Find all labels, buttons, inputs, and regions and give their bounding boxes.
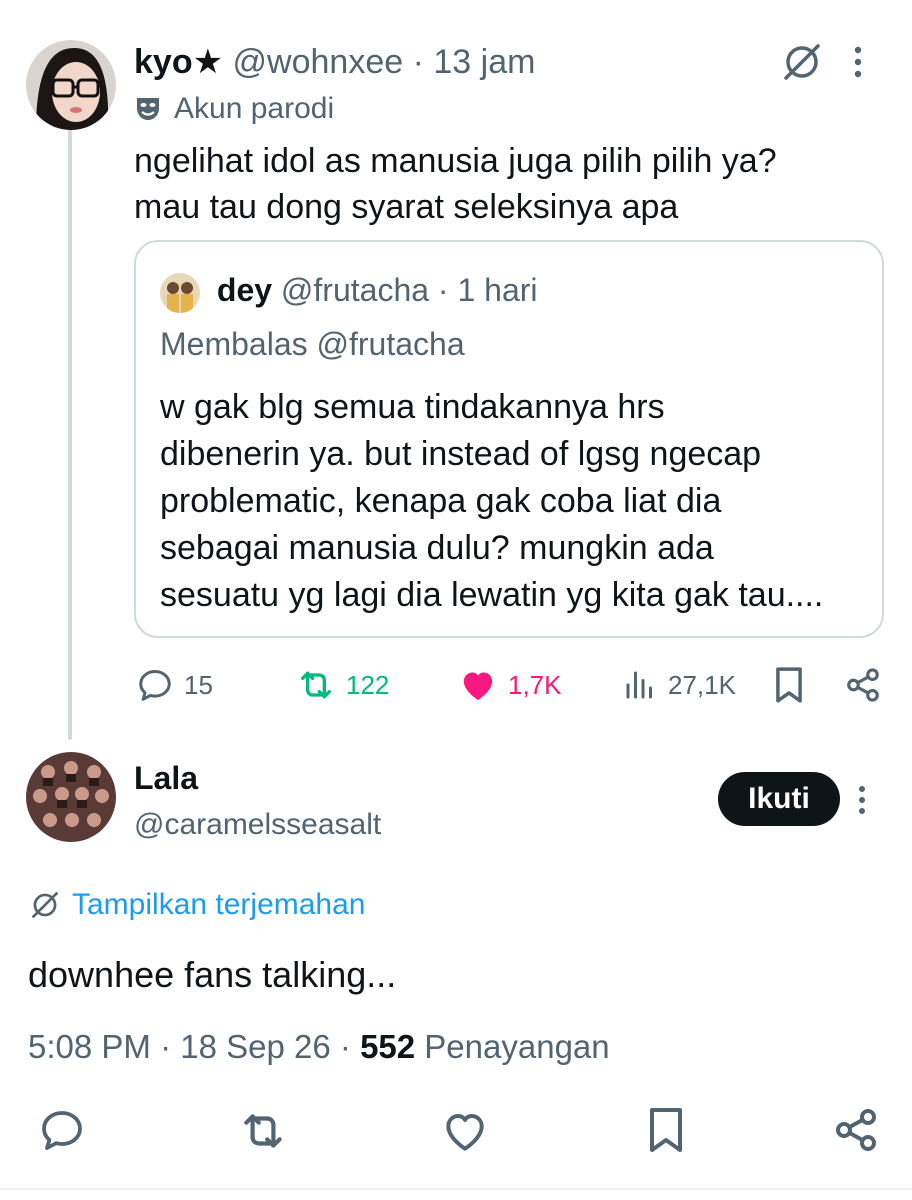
author-handle[interactable]: @wohnxee [233,43,404,81]
quoted-text-line: sesuatu yg lagi dia lewatin yg kita gak … [160,576,824,614]
reply-icon [139,670,171,701]
parody-label: Akun parodi [134,88,334,130]
share-icon [847,668,879,702]
repost-action[interactable]: 122 [296,662,389,708]
more-dots-icon[interactable] [852,42,864,87]
heart-icon [463,672,493,700]
quoted-text-line: sebagai manusia dulu? mungkin ada [160,529,714,567]
reply-avatar[interactable] [26,752,116,842]
separator-dot: · [160,1028,172,1065]
repost-icon [244,1114,282,1148]
tweet-text: ngelihat idol as manusia juga pilih pili… [134,138,874,230]
repost-count: 122 [346,670,390,700]
quoted-text-line: w gak blg semua tindakannya hrs [160,388,665,426]
like-action[interactable]: 1,7K [458,662,562,708]
reply-action[interactable]: 15 [136,662,213,708]
reply-button[interactable] [38,1106,86,1159]
thread-line [68,128,72,740]
divider [0,1188,912,1190]
mask-icon [134,92,162,120]
bookmark-icon [650,1108,682,1152]
views-count: 27,1K [668,670,736,700]
tweet-time[interactable]: 13 jam [433,43,535,81]
tweet-top-actions [780,40,864,89]
reply-meta: 5:08 PM · 18 Sep 26 · 552 Penayangan [28,1024,610,1070]
parody-text: Akun parodi [174,92,335,125]
translate-icon [32,892,58,918]
avatar[interactable] [26,40,116,130]
quoted-text-line: dibenerin ya. but instead of lgsg ngecap [160,435,762,473]
repost-button[interactable] [238,1106,288,1161]
show-translation-link[interactable]: Tampilkan terjemahan [28,884,365,926]
quoted-reply-label: Membalas @frutacha [160,326,465,362]
bookmark-button[interactable] [772,662,806,708]
quoted-tweet-text: w gak blg semua tindakannya hrs dibeneri… [160,384,870,619]
heart-icon [446,1114,484,1151]
like-button[interactable] [440,1106,490,1161]
views-action[interactable]: 27,1K [622,662,736,708]
views-icon [626,671,652,699]
quoted-tweet-header: dey @frutacha · 1 hari [160,266,538,314]
like-count: 1,7K [508,670,562,700]
tweet-text-line: ngelihat idol as manusia juga pilih pili… [134,142,777,180]
share-button[interactable] [844,662,882,708]
show-translation-label: Tampilkan terjemahan [72,888,366,921]
share-icon [836,1109,876,1151]
tweet-header: kyo★ @wohnxee · 13 jam [134,40,535,84]
separator-dot: · [412,43,424,81]
reply-text: downhee fans talking... [28,954,397,995]
repost-icon [301,671,331,699]
quoted-text-line: problematic, kenapa gak coba liat dia [160,482,722,520]
reply-author-name[interactable]: Lala [134,756,198,800]
bookmark-icon [776,667,802,703]
views-count: 552 [360,1028,416,1065]
follow-button[interactable]: Ikuti [718,772,840,826]
reply-icon [42,1111,82,1150]
reply-author-handle[interactable]: @caramelsseasalt [134,804,381,846]
quoted-author-handle: @frutacha [280,272,430,308]
separator-dot: · [437,272,449,308]
author-name[interactable]: kyo★ [134,43,223,81]
quoted-author-name: dey [216,272,273,308]
quoted-time: 1 hari [457,272,538,308]
separator-dot: · [339,1028,351,1065]
more-dots-icon[interactable] [856,784,868,821]
reply-time[interactable]: 5:08 PM [28,1028,151,1065]
share-button[interactable] [832,1106,880,1159]
bookmark-button[interactable] [644,1106,688,1159]
quoted-avatar [160,272,200,313]
views-label: Penayangan [424,1028,610,1065]
reply-count: 15 [184,670,213,700]
grok-icon[interactable] [780,40,824,89]
reply-date[interactable]: 18 Sep 26 [180,1028,330,1065]
tweet-text-line: mau tau dong syarat seleksinya apa [134,188,679,226]
